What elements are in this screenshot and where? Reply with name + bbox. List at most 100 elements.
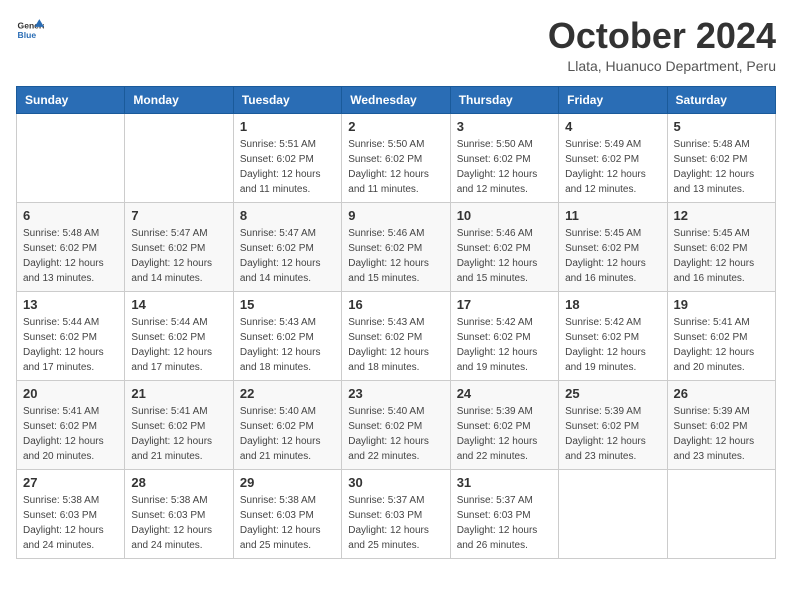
day-info: Sunrise: 5:42 AMSunset: 6:02 PMDaylight:…	[565, 315, 660, 375]
calendar-cell: 13 Sunrise: 5:44 AMSunset: 6:02 PMDayligh…	[17, 291, 125, 380]
month-title: October 2024	[548, 16, 776, 56]
day-number: 27	[23, 475, 118, 490]
calendar-cell: 10 Sunrise: 5:46 AMSunset: 6:02 PMDayligh…	[450, 202, 558, 291]
day-info: Sunrise: 5:39 AMSunset: 6:02 PMDaylight:…	[565, 404, 660, 464]
day-info: Sunrise: 5:45 AMSunset: 6:02 PMDaylight:…	[674, 226, 769, 286]
day-number: 22	[240, 386, 335, 401]
calendar-cell: 7Sunrise: 5:47 AMSunset: 6:02 PMDaylight…	[125, 202, 233, 291]
calendar-cell: 14Sunrise: 5:44 AMSunset: 6:02 PMDayligh…	[125, 291, 233, 380]
calendar-cell: 17 Sunrise: 5:42 AMSunset: 6:02 PMDayligh…	[450, 291, 558, 380]
calendar-cell: 1 Sunrise: 5:51 AMSunset: 6:02 PMDaylight…	[233, 113, 341, 202]
day-info: Sunrise: 5:46 AMSunset: 6:02 PMDaylight:…	[457, 226, 552, 286]
day-info: Sunrise: 5:46 AMSunset: 6:02 PMDaylight:…	[348, 226, 443, 286]
day-number: 4	[565, 119, 660, 134]
calendar-cell: 23 Sunrise: 5:40 AMSunset: 6:02 PMDayligh…	[342, 380, 450, 469]
day-info: Sunrise: 5:50 AMSunset: 6:02 PMDaylight:…	[348, 137, 443, 197]
day-number: 28	[131, 475, 226, 490]
day-info: Sunrise: 5:48 AMSunset: 6:02 PMDaylight:…	[23, 226, 118, 286]
svg-text:Blue: Blue	[18, 30, 37, 40]
calendar-cell: 28 Sunrise: 5:38 AMSunset: 6:03 PMDayligh…	[125, 469, 233, 558]
day-info: Sunrise: 5:43 AMSunset: 6:02 PMDaylight:…	[348, 315, 443, 375]
calendar-cell: 22 Sunrise: 5:40 AMSunset: 6:02 PMDayligh…	[233, 380, 341, 469]
day-info: Sunrise: 5:38 AMSunset: 6:03 PMDaylight:…	[23, 493, 118, 553]
day-number: 23	[348, 386, 443, 401]
calendar-cell: 26Sunrise: 5:39 AMSunset: 6:02 PMDayligh…	[667, 380, 775, 469]
day-info: Sunrise: 5:49 AMSunset: 6:02 PMDaylight:…	[565, 137, 660, 197]
calendar-cell: 25 Sunrise: 5:39 AMSunset: 6:02 PMDayligh…	[559, 380, 667, 469]
day-info: Sunrise: 5:37 AMSunset: 6:03 PMDaylight:…	[348, 493, 443, 553]
day-info: Sunrise: 5:51 AMSunset: 6:02 PMDaylight:…	[240, 137, 335, 197]
col-header-thursday: Thursday	[450, 86, 558, 113]
day-info: Sunrise: 5:44 AMSunset: 6:02 PMDaylight:…	[131, 315, 226, 375]
day-number: 18	[565, 297, 660, 312]
calendar-cell: 4 Sunrise: 5:49 AMSunset: 6:02 PMDaylight…	[559, 113, 667, 202]
calendar-cell: 27 Sunrise: 5:38 AMSunset: 6:03 PMDayligh…	[17, 469, 125, 558]
day-number: 2	[348, 119, 443, 134]
day-number: 24	[457, 386, 552, 401]
day-info: Sunrise: 5:37 AMSunset: 6:03 PMDaylight:…	[457, 493, 552, 553]
day-info: Sunrise: 5:40 AMSunset: 6:02 PMDaylight:…	[348, 404, 443, 464]
day-number: 6	[23, 208, 118, 223]
day-info: Sunrise: 5:39 AMSunset: 6:02 PMDaylight:…	[674, 404, 769, 464]
day-number: 7	[131, 208, 226, 223]
day-info: Sunrise: 5:43 AMSunset: 6:02 PMDaylight:…	[240, 315, 335, 375]
calendar-cell: 6 Sunrise: 5:48 AMSunset: 6:02 PMDaylight…	[17, 202, 125, 291]
calendar-week-row: 1 Sunrise: 5:51 AMSunset: 6:02 PMDaylight…	[17, 113, 776, 202]
calendar-cell: 3Sunrise: 5:50 AMSunset: 6:02 PMDaylight…	[450, 113, 558, 202]
calendar-cell: 31 Sunrise: 5:37 AMSunset: 6:03 PMDayligh…	[450, 469, 558, 558]
day-number: 5	[674, 119, 769, 134]
calendar-cell: 21 Sunrise: 5:41 AMSunset: 6:02 PMDayligh…	[125, 380, 233, 469]
day-number: 13	[23, 297, 118, 312]
calendar-week-row: 6 Sunrise: 5:48 AMSunset: 6:02 PMDaylight…	[17, 202, 776, 291]
calendar-cell: 8 Sunrise: 5:47 AMSunset: 6:02 PMDaylight…	[233, 202, 341, 291]
calendar-cell: 19 Sunrise: 5:41 AMSunset: 6:02 PMDayligh…	[667, 291, 775, 380]
day-number: 8	[240, 208, 335, 223]
day-info: Sunrise: 5:39 AMSunset: 6:02 PMDaylight:…	[457, 404, 552, 464]
col-header-wednesday: Wednesday	[342, 86, 450, 113]
calendar-cell	[667, 469, 775, 558]
day-number: 15	[240, 297, 335, 312]
day-number: 12	[674, 208, 769, 223]
calendar-cell	[559, 469, 667, 558]
calendar-cell: 18 Sunrise: 5:42 AMSunset: 6:02 PMDayligh…	[559, 291, 667, 380]
calendar-week-row: 20 Sunrise: 5:41 AMSunset: 6:02 PMDayligh…	[17, 380, 776, 469]
day-info: Sunrise: 5:41 AMSunset: 6:02 PMDaylight:…	[23, 404, 118, 464]
calendar-cell: 9 Sunrise: 5:46 AMSunset: 6:02 PMDaylight…	[342, 202, 450, 291]
day-number: 16	[348, 297, 443, 312]
logo: General Blue	[16, 16, 44, 44]
col-header-friday: Friday	[559, 86, 667, 113]
day-number: 25	[565, 386, 660, 401]
page-header: General Blue October 2024 Llata, Huanuco…	[16, 16, 776, 74]
calendar-cell: 11Sunrise: 5:45 AMSunset: 6:02 PMDayligh…	[559, 202, 667, 291]
calendar-table: SundayMondayTuesdayWednesdayThursdayFrid…	[16, 86, 776, 559]
col-header-saturday: Saturday	[667, 86, 775, 113]
day-info: Sunrise: 5:38 AMSunset: 6:03 PMDaylight:…	[240, 493, 335, 553]
day-info: Sunrise: 5:40 AMSunset: 6:02 PMDaylight:…	[240, 404, 335, 464]
day-info: Sunrise: 5:41 AMSunset: 6:02 PMDaylight:…	[131, 404, 226, 464]
logo-icon: General Blue	[16, 16, 44, 44]
day-number: 9	[348, 208, 443, 223]
day-info: Sunrise: 5:47 AMSunset: 6:02 PMDaylight:…	[240, 226, 335, 286]
calendar-cell: 24 Sunrise: 5:39 AMSunset: 6:02 PMDayligh…	[450, 380, 558, 469]
col-header-sunday: Sunday	[17, 86, 125, 113]
day-info: Sunrise: 5:38 AMSunset: 6:03 PMDaylight:…	[131, 493, 226, 553]
col-header-tuesday: Tuesday	[233, 86, 341, 113]
calendar-cell: 15 Sunrise: 5:43 AMSunset: 6:02 PMDayligh…	[233, 291, 341, 380]
col-header-monday: Monday	[125, 86, 233, 113]
day-number: 17	[457, 297, 552, 312]
day-info: Sunrise: 5:48 AMSunset: 6:02 PMDaylight:…	[674, 137, 769, 197]
day-number: 30	[348, 475, 443, 490]
calendar-cell: 16 Sunrise: 5:43 AMSunset: 6:02 PMDayligh…	[342, 291, 450, 380]
day-info: Sunrise: 5:44 AMSunset: 6:02 PMDaylight:…	[23, 315, 118, 375]
day-number: 1	[240, 119, 335, 134]
day-info: Sunrise: 5:41 AMSunset: 6:02 PMDaylight:…	[674, 315, 769, 375]
day-number: 3	[457, 119, 552, 134]
day-number: 21	[131, 386, 226, 401]
day-number: 31	[457, 475, 552, 490]
day-number: 10	[457, 208, 552, 223]
title-section: October 2024 Llata, Huanuco Department, …	[548, 16, 776, 74]
day-number: 20	[23, 386, 118, 401]
calendar-cell	[125, 113, 233, 202]
day-number: 19	[674, 297, 769, 312]
day-info: Sunrise: 5:42 AMSunset: 6:02 PMDaylight:…	[457, 315, 552, 375]
